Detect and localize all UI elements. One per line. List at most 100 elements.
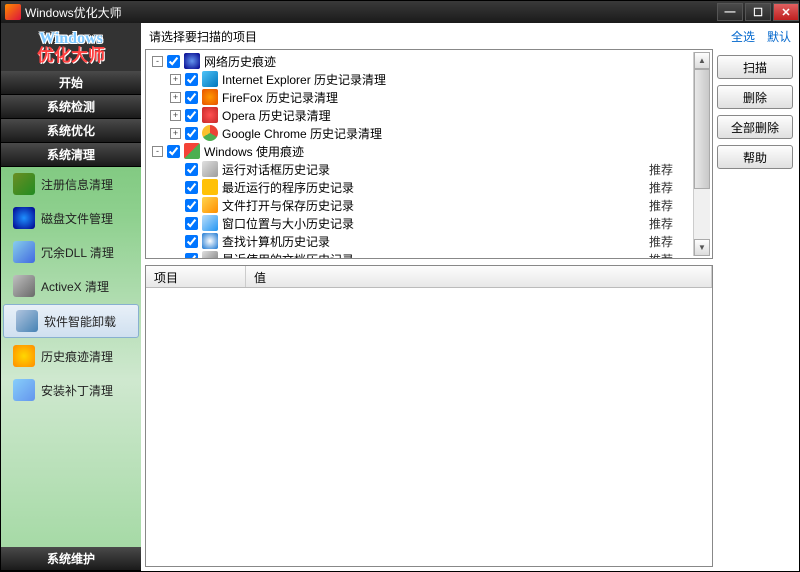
expand-icon[interactable]: -	[152, 56, 163, 67]
help-button[interactable]: 帮助	[717, 145, 793, 169]
sidebar-item-icon	[13, 379, 35, 401]
sidebar-item-1[interactable]: 磁盘文件管理	[1, 201, 141, 235]
sidebar-item-2[interactable]: 冗余DLL 清理	[1, 235, 141, 269]
tree-node-icon	[202, 125, 218, 141]
tree-row[interactable]: 窗口位置与大小历史记录 推荐	[148, 214, 693, 232]
tree-checkbox[interactable]	[167, 145, 180, 158]
expand-icon[interactable]: +	[170, 74, 181, 85]
tree-node-label: 网络历史痕迹	[204, 53, 276, 70]
category-maintain[interactable]: 系统维护	[1, 547, 141, 571]
tree-checkbox[interactable]	[185, 73, 198, 86]
tree-checkbox[interactable]	[185, 217, 198, 230]
logo-line2: 优化大师	[37, 47, 105, 64]
default-link[interactable]: 默认	[767, 28, 791, 45]
tree-row[interactable]: - 网络历史痕迹	[148, 52, 693, 70]
tree-row[interactable]: -Windows 使用痕迹	[148, 142, 693, 160]
titlebar[interactable]: Windows优化大师 — ☐ ✕	[1, 1, 799, 23]
result-grid: 项目 值	[145, 265, 713, 567]
scan-tree[interactable]: - 网络历史痕迹 + Internet Explorer 历史记录清理+FireFox…	[145, 49, 713, 259]
recommend-label: 推荐	[649, 197, 673, 214]
select-all-link[interactable]: 全选	[731, 28, 755, 45]
sidebar-item-3[interactable]: ActiveX 清理	[1, 269, 141, 303]
tree-checkbox[interactable]	[185, 127, 198, 140]
minimize-button[interactable]: —	[717, 3, 743, 21]
tree-node-icon	[202, 251, 218, 259]
expand-spacer	[170, 236, 181, 247]
expand-spacer	[170, 218, 181, 229]
window-title: Windows优化大师	[25, 4, 122, 21]
grid-col-item[interactable]: 项目	[146, 266, 246, 287]
scroll-thumb[interactable]	[694, 69, 710, 189]
expand-icon[interactable]: +	[170, 92, 181, 103]
recommend-label: 推荐	[649, 251, 673, 260]
sidebar-item-6[interactable]: 安装补丁清理	[1, 373, 141, 407]
tree-checkbox[interactable]	[185, 199, 198, 212]
category-detect[interactable]: 系统检测	[1, 95, 141, 119]
sidebar-item-label: 安装补丁清理	[41, 382, 113, 399]
delete-button[interactable]: 删除	[717, 85, 793, 109]
recommend-label: 推荐	[649, 233, 673, 250]
tree-node-icon	[202, 233, 218, 249]
prompt-label: 请选择要扫描的项目	[149, 28, 257, 45]
recommend-label: 推荐	[649, 215, 673, 232]
tree-checkbox[interactable]	[185, 91, 198, 104]
tree-checkbox[interactable]	[185, 181, 198, 194]
category-clean[interactable]: 系统清理	[1, 143, 141, 167]
tree-node-icon	[202, 89, 218, 105]
expand-spacer	[170, 200, 181, 211]
tree-checkbox[interactable]	[185, 253, 198, 260]
expand-icon[interactable]: +	[170, 110, 181, 121]
sidebar-item-label: 历史痕迹清理	[41, 348, 113, 365]
tree-row[interactable]: + Internet Explorer 历史记录清理	[148, 70, 693, 88]
close-button[interactable]: ✕	[773, 3, 799, 21]
sidebar-item-icon	[16, 310, 38, 332]
delete-all-button[interactable]: 全部删除	[717, 115, 793, 139]
tree-row[interactable]: 最近使用的文档历史记录 推荐	[148, 250, 693, 259]
tree-node-label: 最近运行的程序历史记录	[222, 179, 354, 196]
app-window: Windows优化大师 — ☐ ✕ Windows 优化大师 开始 系统检测 系…	[0, 0, 800, 572]
scroll-down-icon[interactable]: ▼	[694, 239, 710, 256]
tree-node-icon	[202, 161, 218, 177]
tree-checkbox[interactable]	[185, 235, 198, 248]
tree-node-label: Internet Explorer 历史记录清理	[222, 71, 386, 88]
tree-row[interactable]: 文件打开与保存历史记录 推荐	[148, 196, 693, 214]
tree-scrollbar[interactable]: ▲ ▼	[693, 52, 710, 256]
sidebar-item-icon	[13, 173, 35, 195]
sidebar: Windows 优化大师 开始 系统检测 系统优化 系统清理 注册信息清理磁盘文…	[1, 23, 141, 571]
category-optimize[interactable]: 系统优化	[1, 119, 141, 143]
sidebar-item-label: 注册信息清理	[41, 176, 113, 193]
tree-node-icon	[202, 197, 218, 213]
tree-checkbox[interactable]	[185, 109, 198, 122]
tree-checkbox[interactable]	[167, 55, 180, 68]
sidebar-item-4[interactable]: 软件智能卸载	[3, 304, 139, 338]
scan-button[interactable]: 扫描	[717, 55, 793, 79]
tree-row[interactable]: 最近运行的程序历史记录 推荐	[148, 178, 693, 196]
sidebar-item-icon	[13, 241, 35, 263]
tree-node-label: 运行对话框历史记录	[222, 161, 330, 178]
app-icon	[5, 4, 21, 20]
category-start[interactable]: 开始	[1, 71, 141, 95]
recommend-label: 推荐	[649, 179, 673, 196]
tree-row[interactable]: +FireFox 历史记录清理	[148, 88, 693, 106]
tree-row[interactable]: +Opera 历史记录清理	[148, 106, 693, 124]
maximize-button[interactable]: ☐	[745, 3, 771, 21]
expand-icon[interactable]: +	[170, 128, 181, 139]
grid-header[interactable]: 项目 值	[146, 266, 712, 288]
tree-checkbox[interactable]	[185, 163, 198, 176]
sidebar-item-icon	[13, 275, 35, 297]
sidebar-item-5[interactable]: 历史痕迹清理	[1, 339, 141, 373]
sidebar-item-label: 软件智能卸载	[44, 313, 116, 330]
tree-node-label: 窗口位置与大小历史记录	[222, 215, 354, 232]
tree-node-icon	[184, 143, 200, 159]
tree-row[interactable]: 查找计算机历史记录推荐	[148, 232, 693, 250]
scroll-up-icon[interactable]: ▲	[694, 52, 710, 69]
grid-col-value[interactable]: 值	[246, 266, 712, 287]
tree-row[interactable]: +Google Chrome 历史记录清理	[148, 124, 693, 142]
sidebar-item-0[interactable]: 注册信息清理	[1, 167, 141, 201]
expand-icon[interactable]: -	[152, 146, 163, 157]
tree-row[interactable]: 运行对话框历史记录推荐	[148, 160, 693, 178]
main-panel: 请选择要扫描的项目 全选 默认 - 网络历史痕迹 + Internet Explore…	[141, 23, 799, 571]
tree-node-label: 最近使用的文档历史记录	[222, 251, 354, 260]
sidebar-item-icon	[13, 207, 35, 229]
tree-node-label: 文件打开与保存历史记录	[222, 197, 354, 214]
